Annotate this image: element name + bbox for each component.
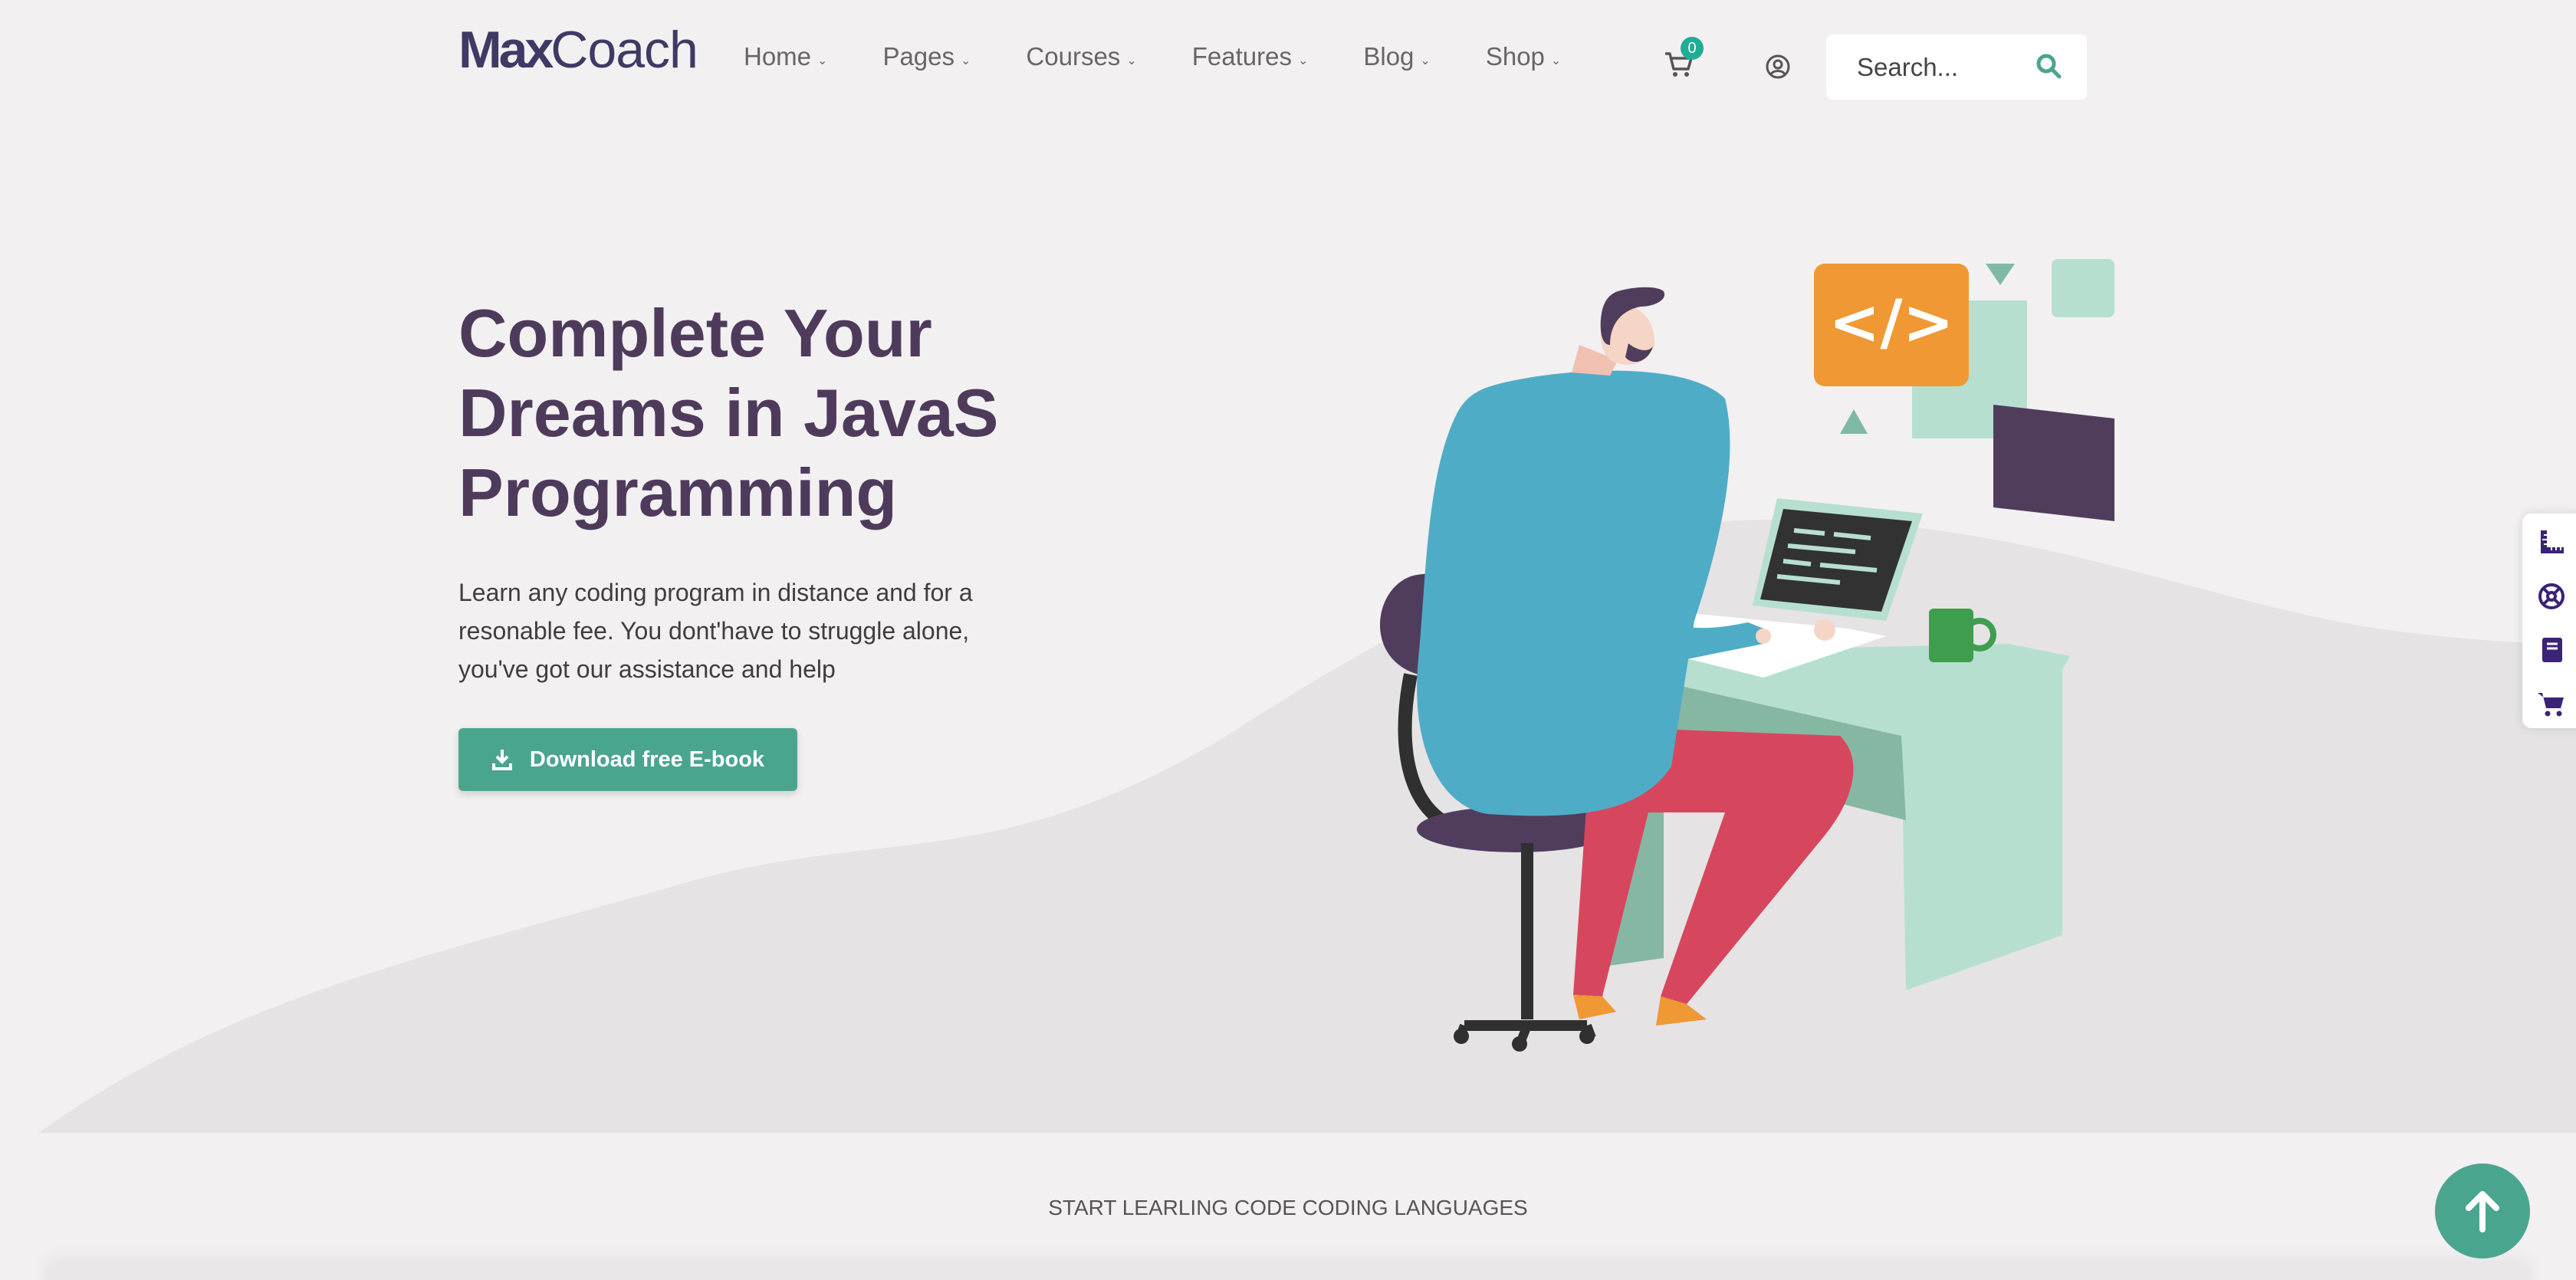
chevron-down-icon: ⌄ — [961, 54, 971, 67]
chevron-down-icon: ⌄ — [817, 54, 828, 67]
nav-pages[interactable]: Pages ⌄ — [882, 40, 971, 74]
side-toolbar — [2522, 514, 2576, 728]
arrow-up-icon — [2466, 1191, 2499, 1232]
chevron-down-icon: ⌄ — [1126, 54, 1137, 67]
chevron-down-icon: ⌄ — [1297, 54, 1309, 67]
account-icon[interactable] — [1765, 54, 1791, 80]
download-icon — [491, 750, 512, 770]
hero-title: Complete Your Dreams in JavaS Programmin… — [458, 295, 999, 530]
site-header: MaxCoach Home ⌄ Pages ⌄ Courses ⌄ Features ⌄… — [0, 0, 2576, 133]
background-wave — [38, 519, 2576, 1133]
chevron-down-icon: ⌄ — [1550, 54, 1562, 67]
section-card-edge — [46, 1265, 2530, 1280]
shopping-cart-icon[interactable] — [2536, 688, 2567, 719]
deco-triangle-up — [1840, 409, 1868, 434]
nav-features[interactable]: Features ⌄ — [1192, 40, 1309, 74]
main-nav: Home ⌄ Pages ⌄ Courses ⌄ Features ⌄ Blog ⌄ Sh… — [744, 40, 1616, 74]
search-icon[interactable] — [2035, 52, 2062, 80]
search-input[interactable] — [1857, 34, 2026, 100]
deco-triangle-down — [1986, 264, 2015, 285]
cart-count-badge: 0 — [1681, 37, 1704, 60]
nav-courses[interactable]: Courses ⌄ — [1026, 40, 1136, 74]
deco-square-small — [2052, 259, 2114, 317]
nav-home[interactable]: Home ⌄ — [744, 40, 827, 74]
support-icon[interactable] — [2536, 581, 2567, 612]
deco-square-purple — [1993, 405, 2114, 521]
section-label: START LEARLING CODE CODING LANGUAGES — [1048, 1196, 1528, 1219]
chevron-down-icon: ⌄ — [1420, 54, 1431, 67]
code-badge-text: </> — [1829, 287, 1953, 358]
nav-shop[interactable]: Shop ⌄ — [1486, 40, 1561, 74]
ruler-icon[interactable] — [2536, 527, 2567, 558]
back-to-top-button[interactable] — [2435, 1163, 2530, 1259]
book-icon[interactable] — [2536, 635, 2567, 665]
download-ebook-label: Download free E-book — [529, 747, 765, 772]
logo[interactable]: MaxCoach — [458, 23, 698, 77]
hero-description: Learn any coding program in distance and… — [458, 579, 973, 683]
hero-illustration: </> — [38, 259, 2576, 1133]
nav-blog[interactable]: Blog ⌄ — [1363, 40, 1430, 74]
download-ebook-button[interactable]: Download free E-book — [458, 728, 797, 791]
